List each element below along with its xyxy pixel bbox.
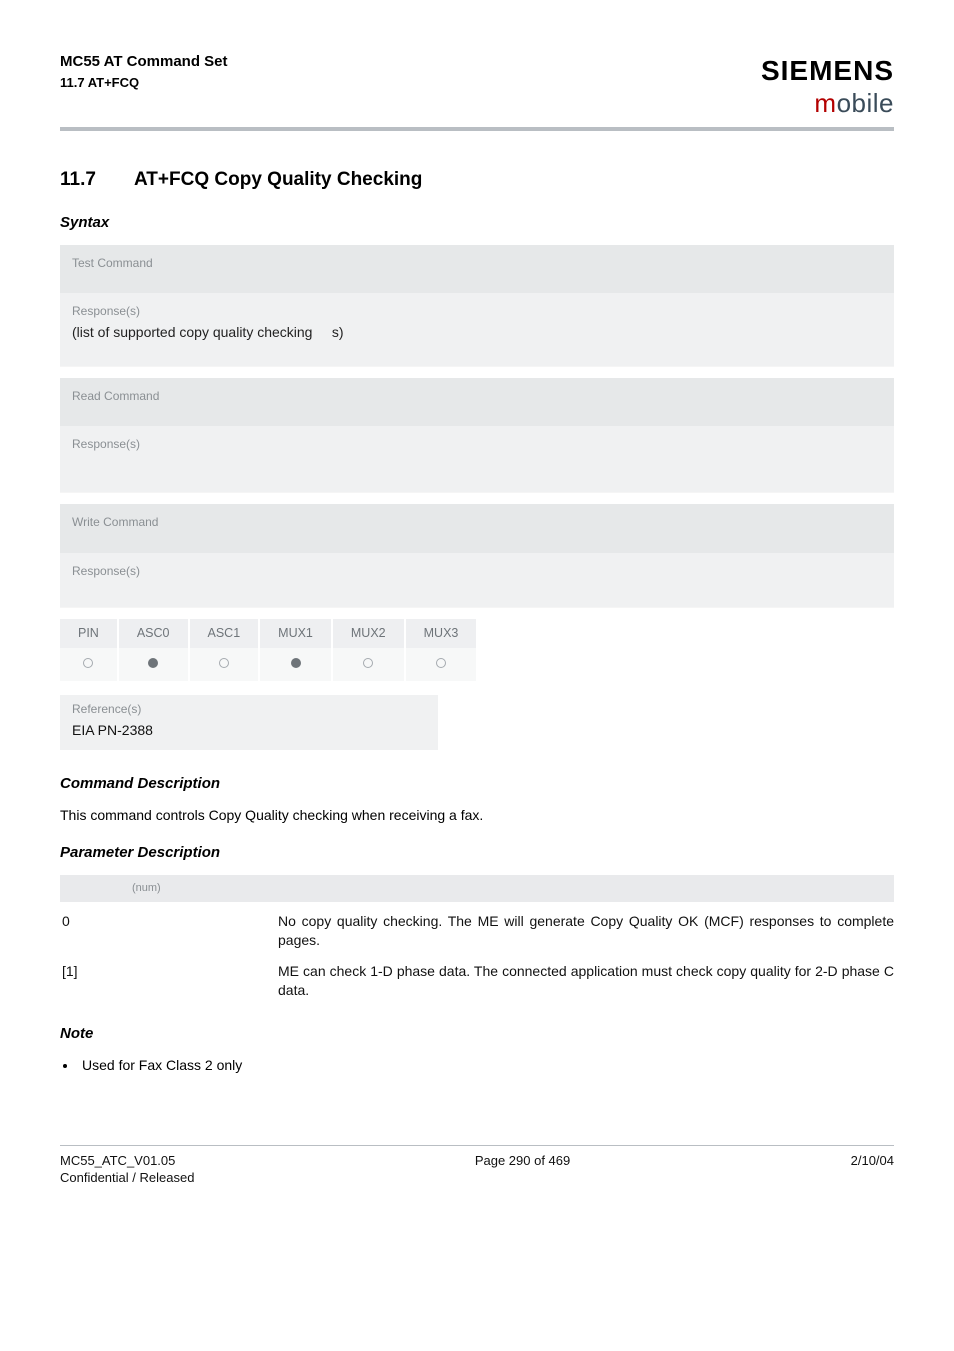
reference-label: Reference(s) bbox=[72, 701, 426, 717]
response-text: (list of supported copy quality checking… bbox=[72, 324, 344, 340]
write-command-response: Response(s) bbox=[60, 553, 894, 607]
section-number: 11.7 bbox=[60, 167, 134, 193]
siemens-logo-text: SIEMENS bbox=[761, 52, 894, 90]
response-label: Response(s) bbox=[72, 436, 882, 452]
pin-col-asc0: ASC0 bbox=[119, 619, 190, 648]
pin-val-mux1 bbox=[260, 648, 333, 681]
footer-date: 2/10/04 bbox=[851, 1152, 894, 1187]
response-text-a: (list of supported copy quality checking bbox=[72, 324, 312, 340]
parameter-row: [1] ME can check 1-D phase data. The con… bbox=[60, 956, 894, 1006]
reference-block: Reference(s) EIA PN-2388 bbox=[60, 695, 438, 750]
note-item: Used for Fax Class 2 only bbox=[78, 1056, 894, 1075]
doc-subtitle: 11.7 AT+FCQ bbox=[60, 74, 228, 92]
reference-text: EIA PN-2388 bbox=[72, 722, 153, 738]
note-list: Used for Fax Class 2 only bbox=[78, 1056, 894, 1075]
parameter-desc: No copy quality checking. The ME will ge… bbox=[278, 912, 894, 950]
pin-value-row bbox=[60, 648, 476, 681]
footer-left: MC55_ATC_V01.05 Confidential / Released bbox=[60, 1152, 194, 1187]
dot-filled-icon bbox=[291, 658, 301, 668]
mobile-m-letter: m bbox=[814, 88, 836, 118]
dot-empty-icon bbox=[83, 658, 93, 668]
write-command-block: Write Command Response(s) bbox=[60, 504, 894, 606]
pin-col-asc1: ASC1 bbox=[190, 619, 261, 648]
command-description-heading: Command Description bbox=[60, 774, 894, 794]
pin-val-pin bbox=[60, 648, 119, 681]
pin-col-mux2: MUX2 bbox=[333, 619, 406, 648]
response-label: Response(s) bbox=[72, 563, 882, 579]
parameter-rows: 0 No copy quality checking. The ME will … bbox=[60, 906, 894, 1006]
test-command-block: Test Command Response(s) (list of suppor… bbox=[60, 245, 894, 366]
pin-val-asc0 bbox=[119, 648, 190, 681]
pin-header-row: PIN ASC0 ASC1 MUX1 MUX2 MUX3 bbox=[60, 619, 476, 648]
parameter-header-bar: (num) bbox=[60, 875, 894, 902]
page-footer: MC55_ATC_V01.05 Confidential / Released … bbox=[60, 1145, 894, 1187]
pin-val-asc1 bbox=[190, 648, 261, 681]
footer-classification: Confidential / Released bbox=[60, 1169, 194, 1187]
parameter-desc: ME can check 1-D phase data. The connect… bbox=[278, 962, 894, 1000]
read-command-label: Read Command bbox=[60, 378, 894, 426]
brand-block: SIEMENS mobile bbox=[761, 52, 894, 121]
pin-support-table: PIN ASC0 ASC1 MUX1 MUX2 MUX3 bbox=[60, 619, 476, 681]
pin-col-mux3: MUX3 bbox=[406, 619, 477, 648]
read-command-response: Response(s) bbox=[60, 426, 894, 492]
doc-title: MC55 AT Command Set bbox=[60, 52, 228, 72]
mobile-rest: obile bbox=[837, 88, 894, 118]
section-title: AT+FCQ Copy Quality Checking bbox=[134, 169, 422, 190]
mobile-logo-text: mobile bbox=[761, 86, 894, 121]
pin-val-mux3 bbox=[406, 648, 477, 681]
parameter-description-heading: Parameter Description bbox=[60, 843, 894, 863]
page-header: MC55 AT Command Set 11.7 AT+FCQ SIEMENS … bbox=[60, 52, 894, 131]
parameter-row: 0 No copy quality checking. The ME will … bbox=[60, 906, 894, 956]
write-command-label: Write Command bbox=[60, 504, 894, 552]
test-command-response: Response(s) (list of supported copy qual… bbox=[60, 293, 894, 366]
note-heading: Note bbox=[60, 1024, 894, 1044]
parameter-key: [1] bbox=[60, 962, 278, 981]
read-command-block: Read Command Response(s) bbox=[60, 378, 894, 492]
test-command-label: Test Command bbox=[60, 245, 894, 293]
pin-col-mux1: MUX1 bbox=[260, 619, 333, 648]
dot-empty-icon bbox=[363, 658, 373, 668]
footer-version: MC55_ATC_V01.05 bbox=[60, 1152, 194, 1170]
pin-val-mux2 bbox=[333, 648, 406, 681]
response-label: Response(s) bbox=[72, 303, 882, 319]
parameter-num-tag: (num) bbox=[70, 882, 161, 894]
dot-empty-icon bbox=[436, 658, 446, 668]
pin-col-pin: PIN bbox=[60, 619, 119, 648]
section-heading: 11.7AT+FCQ Copy Quality Checking bbox=[60, 167, 894, 193]
syntax-heading: Syntax bbox=[60, 213, 894, 233]
response-text-b: s) bbox=[332, 324, 344, 340]
parameter-key: 0 bbox=[60, 912, 278, 931]
dot-filled-icon bbox=[148, 658, 158, 668]
command-description-text: This command controls Copy Quality check… bbox=[60, 806, 894, 825]
dot-empty-icon bbox=[219, 658, 229, 668]
header-left: MC55 AT Command Set 11.7 AT+FCQ bbox=[60, 52, 228, 92]
footer-page: Page 290 of 469 bbox=[475, 1152, 570, 1187]
